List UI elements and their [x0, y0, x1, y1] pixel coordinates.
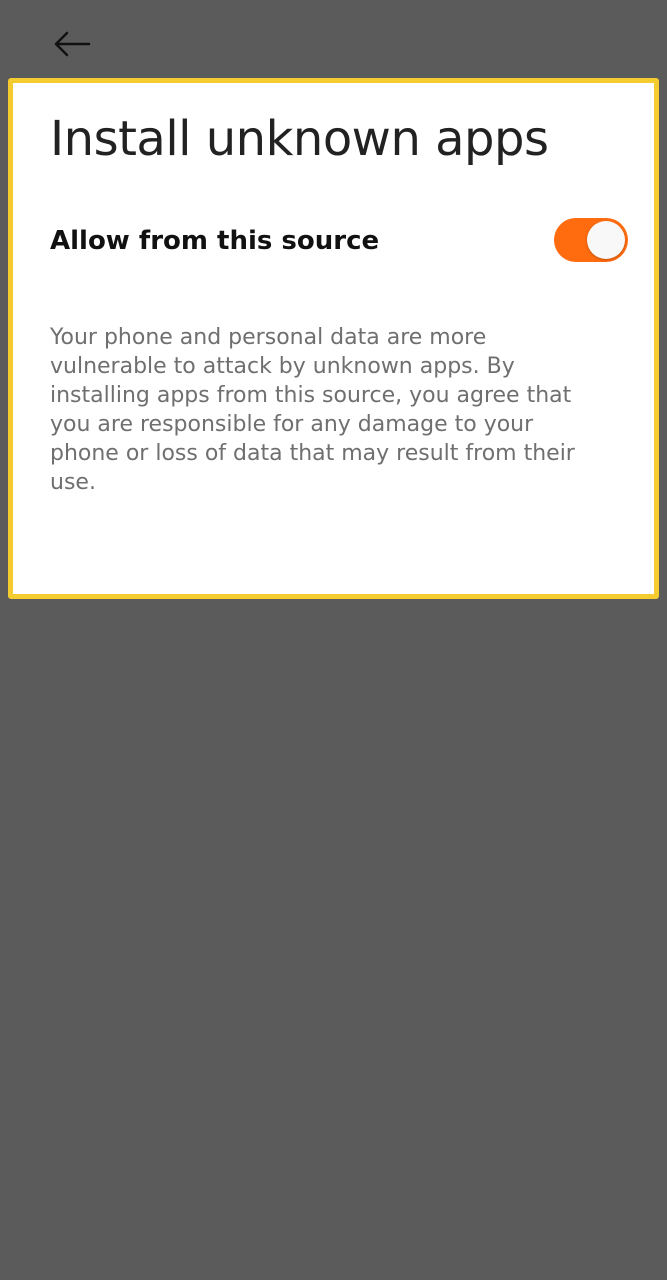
settings-card: Install unknown apps Allow from this sou… [8, 78, 659, 599]
allow-from-source-toggle[interactable] [554, 218, 628, 262]
allow-from-source-row[interactable]: Allow from this source [50, 209, 628, 273]
arrow-left-icon [53, 31, 91, 57]
toggle-knob [587, 221, 625, 259]
warning-description: Your phone and personal data are more vu… [50, 325, 575, 495]
back-button[interactable] [44, 22, 100, 66]
page-title: Install unknown apps [50, 111, 549, 167]
allow-from-source-label: Allow from this source [50, 226, 380, 256]
